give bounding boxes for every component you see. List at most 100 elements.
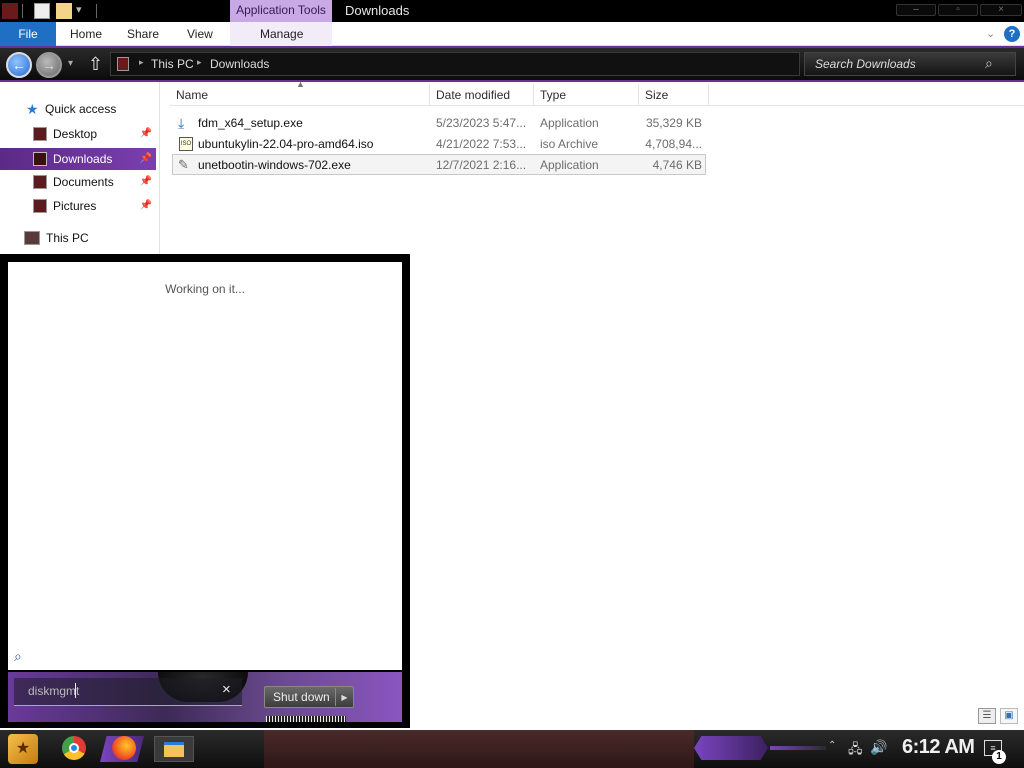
forward-button[interactable]: →: [36, 52, 62, 78]
tab-home[interactable]: Home: [70, 22, 102, 46]
file-name: unetbootin-windows-702.exe: [198, 158, 351, 172]
clear-search-icon[interactable]: ×: [222, 681, 231, 698]
taskbar-accent: [694, 736, 768, 760]
help-icon[interactable]: ?: [1004, 26, 1020, 42]
taskbar-middle: [264, 730, 694, 768]
taskbar-app-active[interactable]: [154, 736, 194, 762]
ribbon-expand-icon[interactable]: ⌄: [986, 27, 995, 40]
file-explorer-icon: [164, 742, 184, 757]
chrome-center: [69, 743, 79, 753]
firefox-icon[interactable]: [112, 736, 136, 760]
divider: [22, 4, 23, 18]
back-arrow-icon: ←: [12, 57, 26, 73]
column-type[interactable]: Type: [534, 84, 639, 106]
new-folder-icon[interactable]: [56, 3, 72, 19]
documents-icon: [33, 175, 47, 189]
forward-arrow-icon: →: [42, 57, 56, 73]
close-icon[interactable]: ×: [980, 4, 1022, 16]
pin-icon: 📌: [139, 200, 152, 211]
file-type: iso Archive: [540, 137, 599, 151]
search-input[interactable]: Search Downloads ⌕: [804, 52, 1016, 76]
column-size[interactable]: Size: [639, 84, 709, 106]
column-name[interactable]: Name: [170, 84, 430, 106]
column-date-modified[interactable]: Date modified: [430, 84, 534, 106]
application-tools-label: Application Tools: [230, 0, 332, 22]
breadcrumb-this-pc[interactable]: This PC: [151, 57, 194, 71]
show-hidden-icons-icon[interactable]: ⌃: [828, 740, 836, 751]
file-row[interactable]: ⤓ fdm_x64_setup.exe 5/23/2023 5:47... Ap…: [172, 113, 706, 134]
shut-down-button[interactable]: Shut down ▶: [264, 686, 354, 708]
shut-down-label: Shut down: [273, 690, 330, 704]
clock[interactable]: 6:12 AM: [902, 736, 975, 759]
installer-icon: ✎: [178, 157, 189, 172]
search-status: Working on it...: [165, 282, 245, 296]
large-icons-view-icon[interactable]: ▣: [1000, 708, 1018, 724]
start-icon[interactable]: ★: [8, 734, 38, 764]
sidebar-item-documents[interactable]: Documents 📌: [0, 171, 156, 193]
volume-icon[interactable]: 🔊: [870, 739, 887, 756]
shut-down-options-icon[interactable]: ▶: [335, 688, 353, 706]
recent-locations-icon[interactable]: ▾: [68, 58, 73, 69]
search-icon: ⌕: [985, 55, 993, 71]
window-title: Downloads: [345, 3, 410, 18]
desktop-icon: [33, 127, 47, 141]
chrome-icon[interactable]: [62, 736, 86, 760]
tab-view[interactable]: View: [187, 22, 213, 46]
nav-label: Pictures: [53, 199, 97, 213]
quick-access-dropdown-icon[interactable]: ▾: [76, 3, 82, 16]
computer-icon: [24, 231, 40, 245]
file-size: 4,746 KB: [652, 158, 702, 172]
breadcrumb-downloads[interactable]: Downloads: [210, 57, 269, 71]
pin-icon: 📌: [139, 176, 152, 187]
minimize-icon[interactable]: –: [896, 4, 936, 16]
file-row[interactable]: ISO ubuntukylin-22.04-pro-amd64.iso 4/21…: [172, 134, 706, 155]
file-date: 12/7/2021 2:16...: [436, 158, 527, 172]
pictures-icon: [33, 199, 47, 213]
up-arrow-icon[interactable]: ⇧: [88, 54, 103, 75]
sidebar-item-desktop[interactable]: Desktop 📌: [0, 123, 156, 145]
notification-badge: 1: [992, 750, 1006, 764]
search-placeholder: Search Downloads: [815, 57, 916, 71]
search-icon[interactable]: ⌕: [14, 648, 22, 665]
network-icon[interactable]: 🖧: [848, 740, 863, 762]
start-search-input[interactable]: diskmgmt ×: [14, 678, 242, 706]
file-name: ubuntukylin-22.04-pro-amd64.iso: [198, 137, 374, 151]
file-date: 5/23/2023 5:47...: [436, 116, 527, 130]
file-date: 4/21/2022 7:53...: [436, 137, 527, 151]
location-icon: [117, 57, 129, 71]
nav-label: Downloads: [53, 152, 113, 166]
sidebar-item-this-pc[interactable]: This PC: [0, 227, 156, 249]
nav-label: This PC: [46, 231, 89, 245]
file-size: 4,708,94...: [645, 137, 702, 151]
properties-icon[interactable]: [34, 3, 50, 19]
search-text: diskmgmt: [28, 684, 80, 698]
divider: [96, 4, 97, 18]
tab-manage[interactable]: Manage: [260, 22, 303, 46]
pin-icon: 📌: [139, 128, 152, 139]
chevron-right-icon: ▸: [139, 57, 144, 67]
tab-file[interactable]: File: [0, 22, 56, 46]
back-button[interactable]: ←: [6, 52, 32, 78]
details-view-icon[interactable]: ☰: [978, 708, 996, 724]
nav-quick-access[interactable]: ★ Quick access: [0, 98, 156, 120]
address-field[interactable]: ▸ This PC ▸ Downloads: [110, 52, 800, 76]
iso-icon: ISO: [179, 137, 193, 151]
app-icon[interactable]: [2, 3, 18, 19]
file-name: fdm_x64_setup.exe: [198, 116, 303, 130]
pin-icon: 📌: [139, 153, 152, 164]
download-icon: ⤓: [178, 115, 185, 131]
sidebar-item-downloads[interactable]: Downloads 📌: [0, 148, 156, 170]
text-cursor: [75, 683, 76, 698]
star-icon: ★: [26, 101, 39, 117]
maximize-icon[interactable]: ▫: [938, 4, 978, 16]
file-type: Application: [540, 116, 599, 130]
tab-share[interactable]: Share: [127, 22, 159, 46]
file-size: 35,329 KB: [645, 116, 702, 130]
start-menu-results: [8, 262, 402, 670]
nav-label: Documents: [53, 175, 114, 189]
sidebar-item-pictures[interactable]: Pictures 📌: [0, 195, 156, 217]
file-row[interactable]: ✎ unetbootin-windows-702.exe 12/7/2021 2…: [172, 154, 706, 175]
nav-label: Desktop: [53, 127, 98, 141]
barcode-decoration: [266, 716, 346, 722]
chevron-right-icon: ▸: [197, 57, 202, 67]
